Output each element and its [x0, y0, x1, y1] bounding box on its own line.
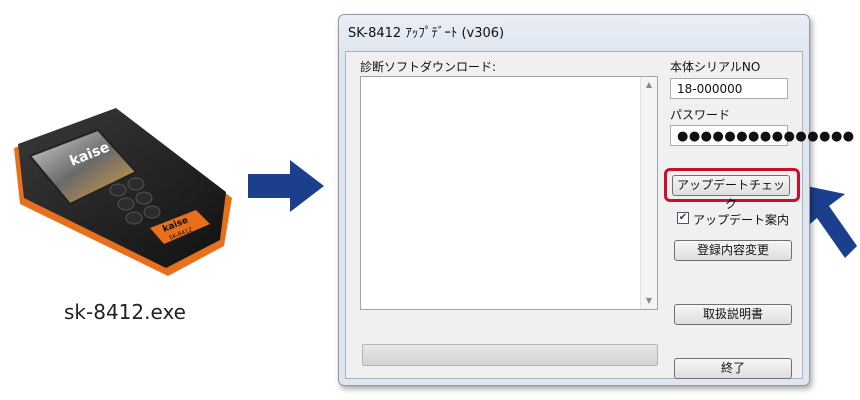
vertical-scrollbar[interactable]: ▲ ▼ [640, 77, 657, 309]
password-label: パスワード [670, 108, 731, 122]
register-change-button[interactable]: 登録内容変更 [674, 240, 792, 261]
window-title: SK-8412 ｱｯﾌﾟﾃﾞｰﾄ (v306) [348, 26, 505, 41]
download-log-textarea[interactable]: ▲ ▼ [360, 76, 658, 310]
update-dialog: SK-8412 ｱｯﾌﾟﾃﾞｰﾄ (v306) 診断ソフトダウンロード: ▲ ▼… [338, 14, 854, 386]
download-label: 診断ソフトダウンロード: [360, 60, 497, 74]
serial-number-input[interactable]: 18-000000 [670, 78, 788, 99]
dialog-client-area: 診断ソフトダウンロード: ▲ ▼ 本体シリアルNO 18-000000 パスワー… [345, 51, 854, 379]
arrow-right-icon [248, 160, 324, 212]
device-image: kaise kaise SK-8412 [0, 100, 240, 280]
manual-button[interactable]: 取扱説明書 [674, 304, 792, 325]
title-bar[interactable]: SK-8412 ｱｯﾌﾟﾃﾞｰﾄ (v306) [339, 15, 809, 45]
scroll-up-icon[interactable]: ▲ [641, 77, 657, 93]
update-notice-checkbox[interactable]: ✔ [677, 212, 689, 224]
password-input[interactable]: ●●●●●●●●●●●●●●● [670, 125, 854, 146]
exit-button[interactable]: 終了 [674, 358, 792, 379]
tester-device-illustration: kaise kaise SK-8412 [14, 108, 232, 276]
progress-bar [362, 344, 658, 366]
serial-label: 本体シリアルNO [670, 60, 761, 74]
scroll-down-icon[interactable]: ▼ [641, 293, 657, 309]
device-caption: sk-8412.exe [64, 300, 186, 324]
update-notice-label: アップデート案内 [693, 213, 790, 227]
update-check-button[interactable]: アップデートチェック [672, 175, 790, 211]
